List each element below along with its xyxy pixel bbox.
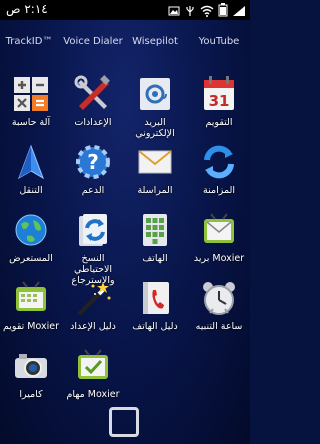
- browser-icon: [11, 210, 51, 250]
- app-label: مهام Moxier: [66, 389, 120, 400]
- app-calendar[interactable]: 31 التقويم: [188, 74, 250, 128]
- navigation-icon: [11, 142, 51, 182]
- app-browser[interactable]: المستعرض: [0, 210, 62, 264]
- app-label: تقويم Moxier: [2, 321, 60, 332]
- app-label: بريد Moxier: [193, 253, 245, 264]
- app-label: المراسلة: [137, 185, 173, 196]
- app-support[interactable]: ? الدعم: [62, 142, 124, 196]
- settings-icon: [73, 74, 113, 114]
- app-setup-guide[interactable]: دليل الإعداد: [62, 278, 124, 332]
- app-calculator[interactable]: آلة حاسبة: [0, 74, 62, 128]
- phonebook-icon: [135, 278, 175, 318]
- setup-guide-icon: [73, 278, 113, 318]
- app-label: ساعة التنبيه: [195, 321, 243, 332]
- app-alarm-clock[interactable]: ساعة التنبيه: [188, 278, 250, 332]
- app-moxier-calendar[interactable]: تقويم Moxier: [0, 278, 62, 332]
- app-label: البريد الإلكتروني: [135, 117, 175, 139]
- app-phone[interactable]: الهاتف: [124, 210, 186, 264]
- usb-icon: [184, 2, 196, 21]
- app-label-youtube[interactable]: YouTube: [188, 36, 250, 47]
- app-sync[interactable]: المزامنة: [188, 142, 250, 196]
- email-icon: [135, 74, 175, 114]
- app-moxier-mail[interactable]: بريد Moxier: [188, 210, 250, 264]
- camera-icon: [11, 346, 51, 386]
- wifi-icon: [200, 2, 214, 21]
- moxier-calendar-icon: [11, 278, 51, 318]
- app-camera[interactable]: كاميرا: [0, 346, 62, 400]
- app-navigation[interactable]: التنقل: [0, 142, 62, 196]
- app-label-trackid[interactable]: TrackID™: [0, 36, 60, 47]
- alarm-clock-icon: [199, 278, 239, 318]
- app-label: التقويم: [205, 117, 233, 128]
- app-label: دليل الهاتف: [132, 321, 178, 332]
- app-label: كاميرا: [19, 389, 43, 400]
- app-backup-restore[interactable]: النسخ الاحتياطي والاسترجاع: [62, 210, 124, 286]
- support-icon: ?: [73, 142, 113, 182]
- image-icon: [168, 2, 180, 21]
- app-label: التنقل: [19, 185, 43, 196]
- moxier-mail-icon: [199, 210, 239, 250]
- app-label: الدعم: [81, 185, 105, 196]
- app-label: آلة حاسبة: [11, 117, 51, 128]
- battery-icon: [218, 2, 228, 21]
- app-phonebook[interactable]: دليل الهاتف: [124, 278, 186, 332]
- backup-icon: [73, 210, 113, 250]
- app-label-voice-dialer[interactable]: Voice Dialer: [62, 36, 124, 47]
- app-label: دليل الإعداد: [70, 321, 116, 332]
- status-bar: ٢:١٤ ص: [0, 0, 250, 20]
- app-moxier-tasks[interactable]: مهام Moxier: [62, 346, 124, 400]
- status-time: ٢:١٤ ص: [6, 2, 48, 16]
- app-settings[interactable]: الإعدادات: [62, 74, 124, 128]
- partial-app-row: TrackID™ Voice Dialer Wisepilot YouTube: [0, 36, 250, 54]
- app-label: المستعرض: [9, 253, 53, 264]
- calculator-icon: [11, 74, 51, 114]
- calendar-icon: 31: [199, 74, 239, 114]
- home-button[interactable]: [109, 407, 139, 437]
- phone-dialer-icon: [135, 210, 175, 250]
- app-email[interactable]: البريد الإلكتروني: [124, 74, 186, 139]
- moxier-tasks-icon: [73, 346, 113, 386]
- app-label-wisepilot[interactable]: Wisepilot: [124, 36, 186, 47]
- app-messaging[interactable]: المراسلة: [124, 142, 186, 196]
- sync-icon: [199, 142, 239, 182]
- app-label: الهاتف: [142, 253, 168, 264]
- messaging-icon: [135, 142, 175, 182]
- calendar-day-text: 31: [209, 92, 230, 110]
- signal-icon: [232, 2, 246, 21]
- app-label: الإعدادات: [74, 117, 112, 128]
- app-label: المزامنة: [203, 185, 235, 196]
- svg-text:?: ?: [87, 150, 99, 174]
